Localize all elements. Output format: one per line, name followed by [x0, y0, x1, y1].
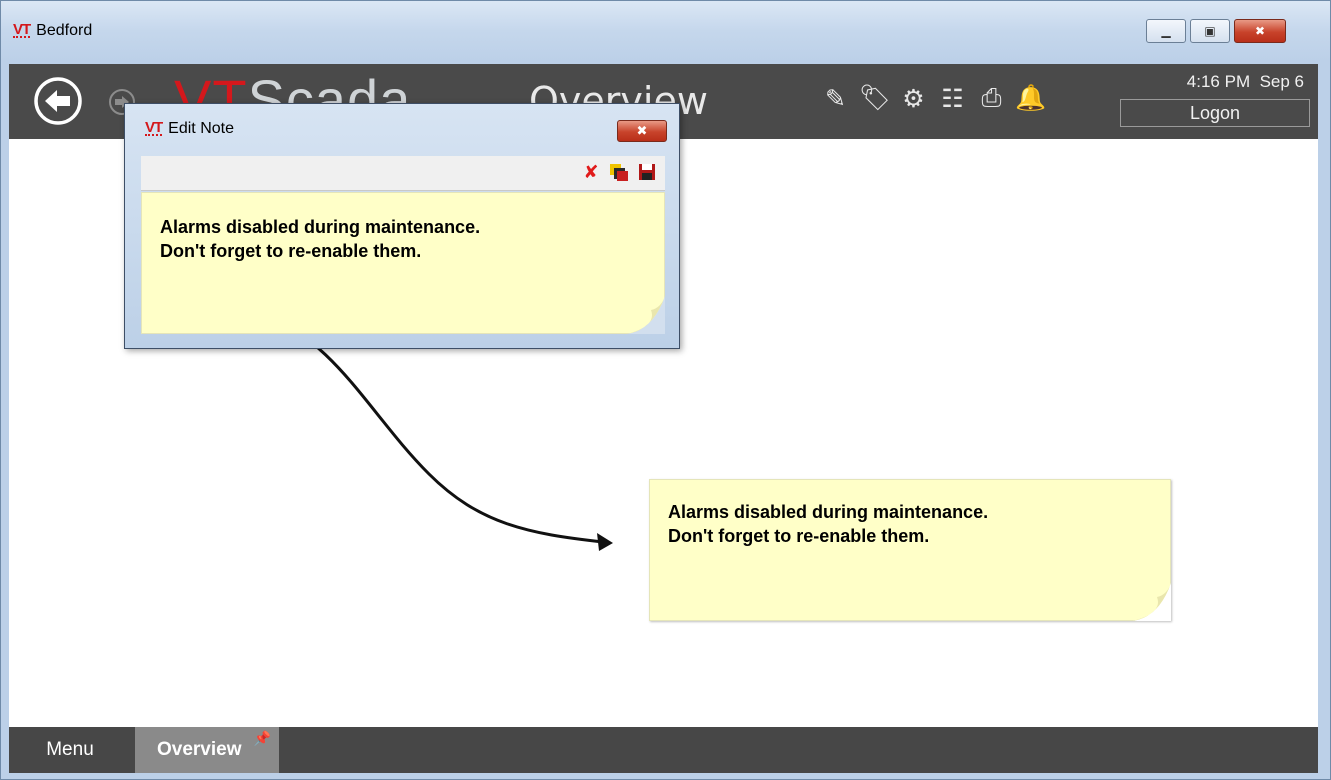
- page-curl-icon: [627, 296, 665, 334]
- minimize-button[interactable]: ▁: [1146, 19, 1186, 43]
- bottom-tab-bar: Menu Overview 📌: [9, 727, 1318, 773]
- back-button[interactable]: [33, 76, 83, 126]
- caption-buttons: ▁ ▣ ✖: [1146, 19, 1286, 43]
- clock-date: Sep 6: [1259, 72, 1304, 91]
- note-editor-text[interactable]: Alarms disabled during maintenance. Don'…: [160, 215, 480, 263]
- dialog-title-text: Edit Note: [168, 120, 234, 137]
- report-icon[interactable]: ☷: [938, 84, 967, 113]
- vt-logo-icon: VT: [13, 21, 31, 38]
- dialog-toolbar-icons: ✘: [581, 162, 657, 182]
- draw-icon[interactable]: ✎: [821, 84, 850, 113]
- dialog-title: VT Edit Note: [145, 120, 234, 138]
- tab-menu[interactable]: Menu: [9, 727, 131, 773]
- maximize-icon: ▣: [1204, 24, 1216, 38]
- clock-time: 4:16 PM: [1186, 72, 1251, 91]
- note-line-2: Don't forget to re-enable them.: [668, 526, 930, 546]
- vt-logo-icon: VT: [145, 119, 163, 136]
- logon-button[interactable]: Logon: [1120, 99, 1310, 127]
- sticky-note[interactable]: Alarms disabled during maintenance. Don'…: [649, 479, 1171, 621]
- window-title: VT Bedford: [13, 22, 92, 40]
- print-icon[interactable]: ⎙: [977, 84, 1006, 113]
- maximize-button[interactable]: ▣: [1190, 19, 1230, 43]
- close-icon: ✖: [1254, 24, 1266, 38]
- window-title-text: Bedford: [36, 22, 93, 39]
- header-toolbar: ✎ 🏷 ⚙ ☷ ⎙ 🔔: [821, 84, 1046, 113]
- save-icon[interactable]: [637, 162, 657, 182]
- note-text: Alarms disabled during maintenance. Don'…: [668, 500, 988, 548]
- editor-line-1: Alarms disabled during maintenance.: [160, 217, 481, 237]
- alarm-bell-icon[interactable]: 🔔: [1015, 84, 1046, 113]
- settings-icon[interactable]: ⚙: [899, 84, 928, 113]
- app-window: VT Bedford ▁ ▣ ✖ VTScada Overview ✎ 🏷 ⚙: [0, 0, 1331, 780]
- tag-icon[interactable]: 🏷: [859, 84, 891, 113]
- tab-overview-label: Overview: [157, 739, 242, 760]
- tab-overview[interactable]: Overview 📌: [135, 727, 279, 773]
- clock: 4:16 PM Sep 6: [1104, 72, 1304, 92]
- minimize-icon: ▁: [1161, 24, 1171, 38]
- color-icon[interactable]: [609, 162, 629, 182]
- editor-line-2: Don't forget to re-enable them.: [160, 241, 422, 261]
- note-line-1: Alarms disabled during maintenance.: [668, 502, 989, 522]
- delete-icon[interactable]: ✘: [581, 162, 601, 182]
- note-editor[interactable]: Alarms disabled during maintenance. Don'…: [141, 192, 665, 334]
- pin-icon[interactable]: 📌: [254, 715, 271, 761]
- page-curl-icon: [1133, 583, 1171, 621]
- close-button[interactable]: ✖: [1234, 19, 1286, 43]
- dialog-close-button[interactable]: ✖: [617, 120, 667, 142]
- dialog-toolbar: ✘: [141, 156, 665, 191]
- edit-note-dialog: VT Edit Note ✖ ✘ Alarms disabled during …: [124, 103, 680, 349]
- close-icon: ✖: [636, 123, 648, 138]
